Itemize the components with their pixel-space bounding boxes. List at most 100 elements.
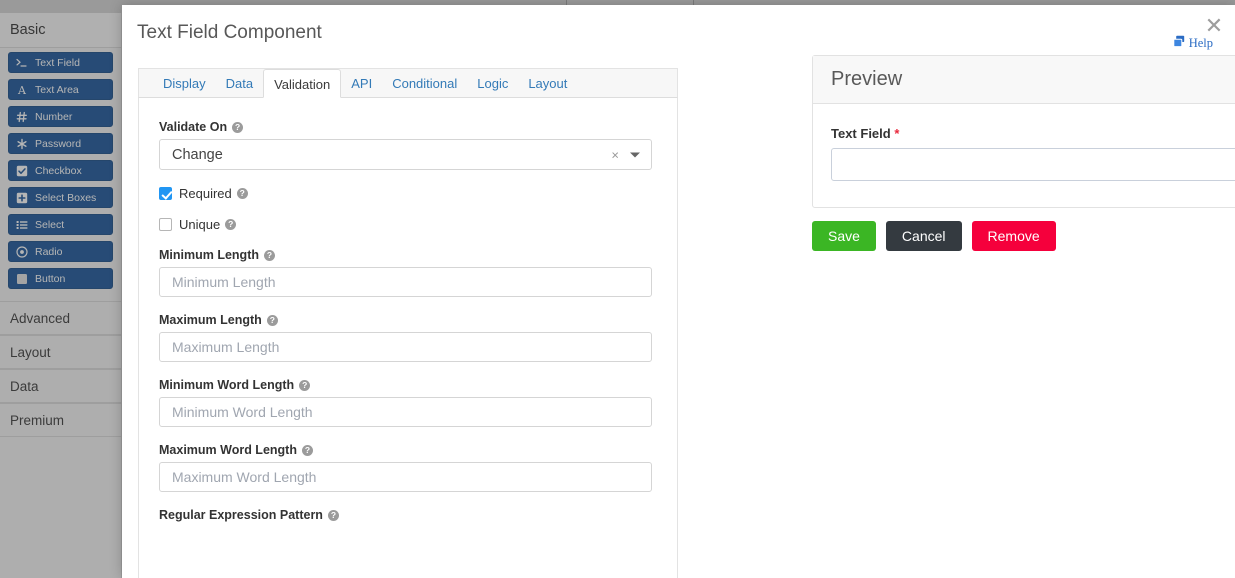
field-label: Regular Expression Pattern ? bbox=[159, 508, 657, 522]
maximum-length-input[interactable] bbox=[159, 332, 652, 362]
unique-checkbox[interactable] bbox=[159, 218, 172, 231]
question-circle-icon[interactable]: ? bbox=[299, 379, 311, 391]
chevron-down-icon[interactable] bbox=[630, 152, 640, 157]
minimum-word-length-input[interactable] bbox=[159, 397, 652, 427]
label-text: Required bbox=[179, 186, 232, 201]
label-text: Maximum Length bbox=[159, 313, 262, 327]
validation-panel: Validate On ? Change × Required ? Unique… bbox=[138, 98, 678, 578]
sidebar-item-select-boxes[interactable]: Select Boxes bbox=[8, 187, 113, 208]
settings-column: Display Data Validation API Conditional … bbox=[138, 55, 678, 578]
modal-title: Text Field Component bbox=[137, 22, 322, 43]
sidebar-item-label: Text Area bbox=[35, 83, 79, 96]
field-required[interactable]: Required ? bbox=[159, 186, 657, 201]
label-text: Minimum Length bbox=[159, 248, 259, 262]
field-label: Minimum Length ? bbox=[159, 248, 657, 262]
label-text: Validate On bbox=[159, 120, 228, 134]
field-minimum-word-length: Minimum Word Length ? bbox=[159, 378, 657, 427]
sidebar-item-label: Number bbox=[35, 110, 73, 123]
preview-title: Preview bbox=[813, 56, 1235, 104]
sidebar-group-label: Advanced bbox=[10, 310, 71, 326]
label-text: Minimum Word Length bbox=[159, 378, 295, 392]
field-maximum-word-length: Maximum Word Length ? bbox=[159, 443, 657, 492]
tab-conditional[interactable]: Conditional bbox=[382, 69, 467, 98]
field-label: Validate On ? bbox=[159, 120, 657, 134]
field-regular-expression-pattern: Regular Expression Pattern ? bbox=[159, 508, 657, 522]
asterisk-icon bbox=[16, 138, 28, 150]
required-asterisk: * bbox=[894, 126, 900, 141]
tab-label: Logic bbox=[477, 76, 509, 91]
sidebar-item-label: Checkbox bbox=[35, 164, 82, 177]
sidebar-group-label: Premium bbox=[10, 412, 65, 428]
tab-display[interactable]: Display bbox=[153, 69, 216, 98]
maximum-word-length-input[interactable] bbox=[159, 462, 652, 492]
field-label: Minimum Word Length ? bbox=[159, 378, 657, 392]
component-sidebar: Basic Text Field A Text Area Number Pass… bbox=[0, 13, 122, 578]
modal-action-buttons: Save Cancel Remove bbox=[812, 221, 1235, 251]
sidebar-group-premium[interactable]: Premium bbox=[0, 403, 121, 437]
question-circle-icon[interactable]: ? bbox=[301, 444, 313, 456]
question-circle-icon[interactable]: ? bbox=[232, 121, 244, 133]
tab-logic[interactable]: Logic bbox=[467, 69, 518, 98]
help-label: Help bbox=[1188, 36, 1213, 50]
checkbox-label: Required ? bbox=[179, 186, 248, 201]
question-circle-icon[interactable]: ? bbox=[266, 314, 278, 326]
remove-button[interactable]: Remove bbox=[971, 221, 1056, 251]
sidebar-item-label: Select Boxes bbox=[35, 191, 97, 204]
tab-layout[interactable]: Layout bbox=[518, 69, 577, 98]
sidebar-item-password[interactable]: Password bbox=[8, 133, 113, 154]
tab-label: Display bbox=[163, 76, 206, 91]
label-text: Maximum Word Length bbox=[159, 443, 297, 457]
dot-circle-icon bbox=[16, 245, 28, 258]
tab-label: API bbox=[351, 76, 373, 91]
tab-label: Layout bbox=[528, 76, 568, 91]
help-link[interactable]: Help bbox=[1172, 35, 1213, 52]
settings-tabs: Display Data Validation API Conditional … bbox=[138, 68, 678, 98]
field-unique[interactable]: Unique ? bbox=[159, 217, 657, 232]
field-minimum-length: Minimum Length ? bbox=[159, 248, 657, 297]
sidebar-item-checkbox[interactable]: Checkbox bbox=[8, 160, 113, 181]
sidebar-item-text-field[interactable]: Text Field bbox=[8, 52, 113, 73]
sidebar-item-radio[interactable]: Radio bbox=[8, 241, 113, 262]
field-label: Maximum Length ? bbox=[159, 313, 657, 327]
question-circle-icon[interactable]: ? bbox=[225, 219, 237, 230]
tab-validation[interactable]: Validation bbox=[263, 69, 342, 98]
plus-square-icon bbox=[16, 192, 28, 204]
tab-label: Validation bbox=[274, 77, 331, 92]
check-square-icon bbox=[16, 165, 28, 177]
question-circle-icon[interactable]: ? bbox=[264, 249, 275, 261]
sidebar-item-label: Radio bbox=[35, 245, 63, 258]
sidebar-item-label: Select bbox=[35, 218, 65, 231]
sidebar-group-layout[interactable]: Layout bbox=[0, 335, 121, 369]
checkbox-label: Unique ? bbox=[179, 217, 237, 232]
list-ul-icon bbox=[16, 219, 28, 231]
sidebar-item-button[interactable]: Button bbox=[8, 268, 113, 289]
sidebar-group-advanced[interactable]: Advanced bbox=[0, 301, 121, 335]
sidebar-group-data[interactable]: Data bbox=[0, 369, 121, 403]
sidebar-item-text-area[interactable]: A Text Area bbox=[8, 79, 113, 100]
question-circle-icon[interactable]: ? bbox=[327, 509, 339, 521]
save-button[interactable]: Save bbox=[812, 221, 876, 251]
label-text: Unique bbox=[179, 217, 221, 232]
cancel-button[interactable]: Cancel bbox=[885, 221, 962, 251]
tab-label: Data bbox=[225, 76, 254, 91]
component-settings-modal: Text Field Component ✕ Help Display Data bbox=[122, 5, 1235, 578]
sidebar-item-select[interactable]: Select bbox=[8, 214, 113, 235]
label-text: Regular Expression Pattern bbox=[159, 508, 323, 522]
text-height-icon: A bbox=[16, 84, 28, 96]
tab-api[interactable]: API bbox=[341, 69, 382, 98]
svg-text:A: A bbox=[17, 84, 27, 96]
clear-icon[interactable]: × bbox=[611, 147, 619, 162]
tab-label: Conditional bbox=[392, 76, 458, 91]
hashtag-icon bbox=[16, 111, 28, 123]
validate-on-select[interactable]: Change × bbox=[159, 139, 652, 170]
minimum-length-input[interactable] bbox=[159, 267, 652, 297]
preview-card: Preview Text Field * bbox=[812, 55, 1235, 208]
required-checkbox[interactable] bbox=[159, 187, 172, 200]
tab-data[interactable]: Data bbox=[216, 69, 263, 98]
question-circle-icon[interactable]: ? bbox=[236, 188, 248, 199]
sidebar-item-number[interactable]: Number bbox=[8, 106, 113, 127]
preview-text-field-input[interactable] bbox=[831, 148, 1235, 181]
field-validate-on: Validate On ? Change × bbox=[159, 120, 657, 170]
sidebar-group-basic-header[interactable]: Basic bbox=[0, 13, 121, 48]
sidebar-group-label: Layout bbox=[10, 344, 51, 360]
